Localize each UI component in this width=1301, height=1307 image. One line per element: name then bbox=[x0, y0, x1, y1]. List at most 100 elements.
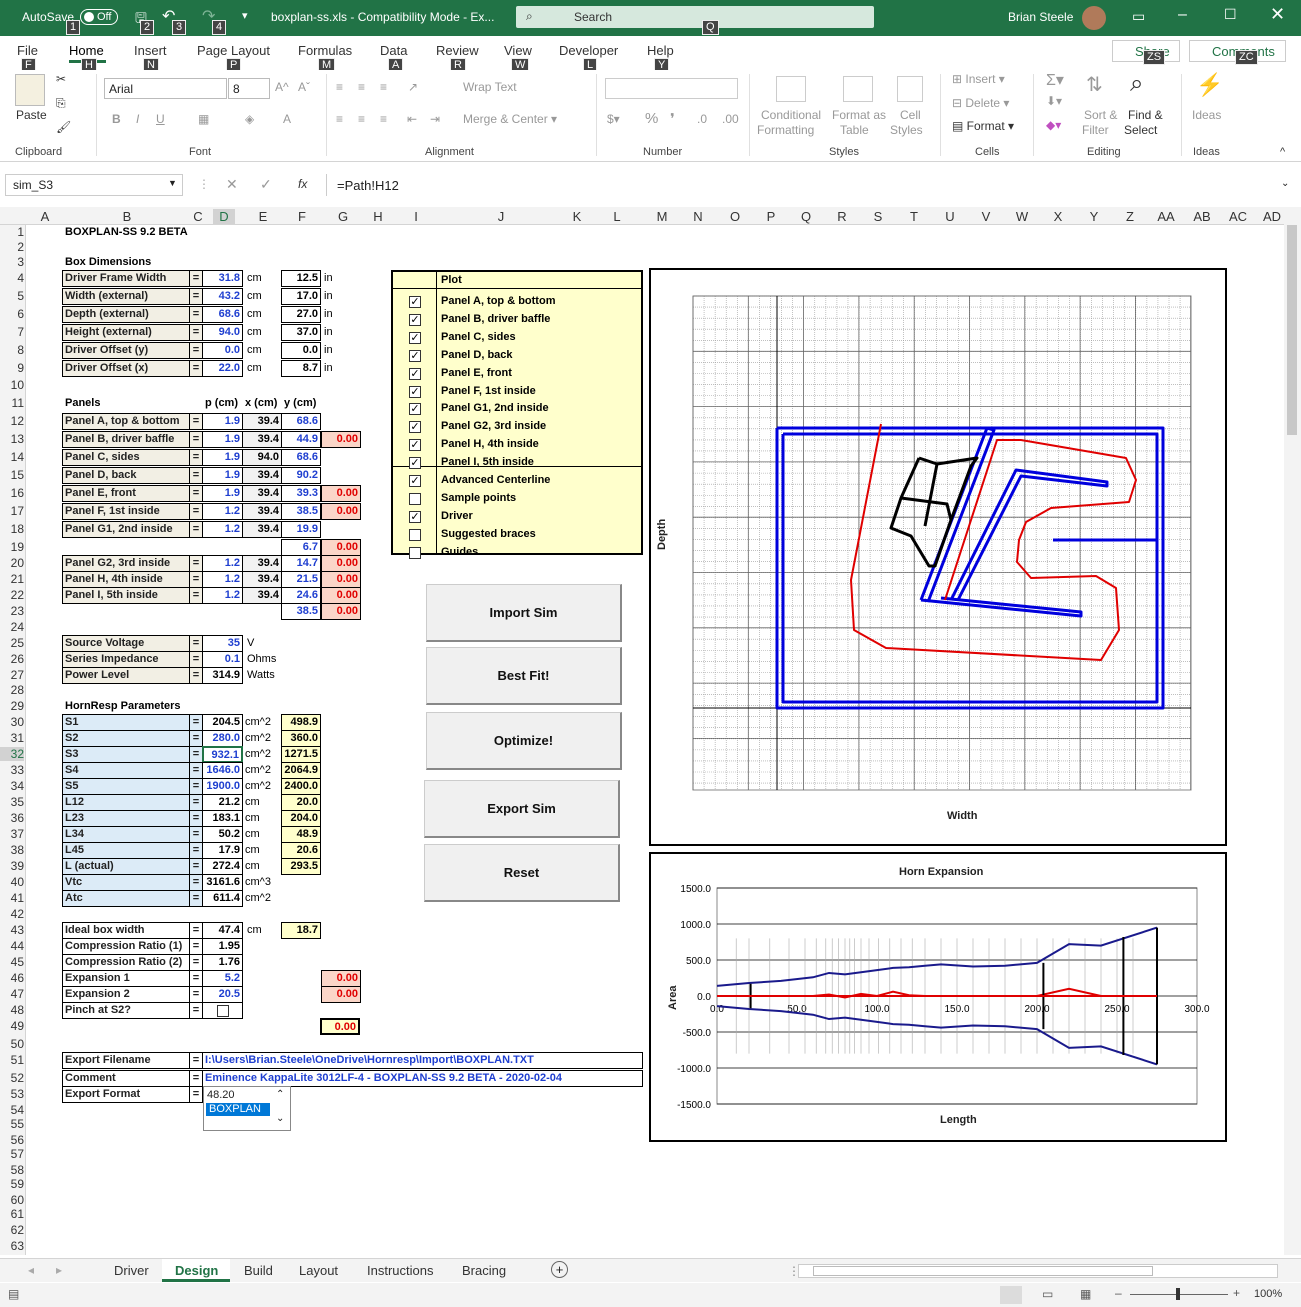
plot-checkbox[interactable]: ✓ bbox=[409, 332, 421, 344]
plot-checkbox[interactable] bbox=[409, 547, 421, 559]
page-layout-view-icon[interactable]: ▭ bbox=[1042, 1287, 1053, 1301]
panel-p[interactable]: 1.9 bbox=[202, 431, 243, 448]
param-value[interactable]: 68.6 bbox=[202, 306, 243, 323]
next-sheet-icon[interactable]: ▸ bbox=[56, 1263, 62, 1277]
param-value[interactable]: 43.2 bbox=[202, 288, 243, 305]
reset-button[interactable]: Reset bbox=[424, 844, 620, 902]
plot-checkbox[interactable] bbox=[409, 493, 421, 505]
zoom-out-icon[interactable]: – bbox=[1115, 1286, 1122, 1300]
misc-value[interactable]: 47.4 bbox=[202, 922, 243, 939]
hornresp-value[interactable]: 21.2 bbox=[202, 794, 243, 811]
hornresp-unit: cm^2 bbox=[245, 892, 271, 904]
horizontal-scrollbar[interactable] bbox=[798, 1264, 1278, 1278]
hornresp-value[interactable]: 3161.6 bbox=[202, 874, 243, 891]
param-value[interactable]: 22.0 bbox=[202, 360, 243, 377]
dropdown-option[interactable]: 48.20 bbox=[207, 1089, 235, 1101]
page-break-view-icon[interactable]: ▦ bbox=[1080, 1287, 1091, 1301]
hscroll-thumb[interactable] bbox=[813, 1266, 1153, 1276]
hornresp-value[interactable]: 50.2 bbox=[202, 826, 243, 843]
hornresp-value[interactable]: 611.4 bbox=[202, 890, 243, 907]
panel-p[interactable]: 1.2 bbox=[202, 503, 243, 520]
power-unit: V bbox=[247, 637, 255, 649]
export-value[interactable]: Eminence KappaLite 3012LF-4 - BOXPLAN-SS… bbox=[202, 1070, 643, 1087]
misc-value[interactable]: 5.2 bbox=[202, 970, 243, 987]
param-value[interactable]: 0.0 bbox=[202, 342, 243, 359]
hornresp-value[interactable]: 932.1 bbox=[202, 746, 243, 763]
hornresp-unit: cm^2 bbox=[245, 716, 271, 728]
sheet-tab-design[interactable]: Design bbox=[175, 1263, 218, 1278]
plot-checkbox[interactable]: ✓ bbox=[409, 368, 421, 380]
power-value[interactable]: 314.9 bbox=[202, 667, 243, 684]
export-value[interactable]: I:\Users\Brian.Steele\OneDrive\Hornresp\… bbox=[202, 1052, 643, 1069]
horn-expansion-chart[interactable]: 1500.0 1000.0 500.0 0.0 -500.0 -1000.0 -1500.0… bbox=[649, 852, 1227, 1142]
hornresp-value[interactable]: 17.9 bbox=[202, 842, 243, 859]
panel-p[interactable]: 1.2 bbox=[202, 587, 243, 604]
hornresp-value[interactable]: 204.5 bbox=[202, 714, 243, 731]
zoom-level[interactable]: 100% bbox=[1254, 1288, 1282, 1300]
prev-sheet-icon[interactable]: ◂ bbox=[28, 1263, 34, 1277]
plot-checkbox[interactable]: ✓ bbox=[409, 386, 421, 398]
hornresp-unit: cm bbox=[245, 860, 260, 872]
plot-checkbox[interactable]: ✓ bbox=[409, 421, 421, 433]
sheet-tab-bracing[interactable]: Bracing bbox=[462, 1263, 506, 1278]
plot-checkbox[interactable] bbox=[409, 529, 421, 541]
macro-record-icon[interactable]: ▤ bbox=[8, 1287, 19, 1301]
vertical-scrollbar[interactable] bbox=[1284, 207, 1301, 1255]
panel-p[interactable]: 1.9 bbox=[202, 449, 243, 466]
plot-checkbox[interactable]: ✓ bbox=[409, 403, 421, 415]
sheet-tab-driver[interactable]: Driver bbox=[114, 1263, 149, 1278]
panel-p[interactable]: 1.2 bbox=[202, 521, 243, 538]
hornresp-value[interactable]: 280.0 bbox=[202, 730, 243, 747]
layout-y-label: Depth bbox=[656, 518, 668, 550]
panel-p[interactable]: 1.2 bbox=[202, 571, 243, 588]
sheet-tab-layout[interactable]: Layout bbox=[299, 1263, 338, 1278]
power-value[interactable]: 35 bbox=[202, 635, 243, 652]
misc-value[interactable]: 1.95 bbox=[202, 938, 243, 955]
sheet-tab-instructions[interactable]: Instructions bbox=[367, 1263, 433, 1278]
hornresp-label: L45 bbox=[62, 842, 190, 859]
panel-p[interactable]: 1.9 bbox=[202, 485, 243, 502]
hornresp-value[interactable]: 183.1 bbox=[202, 810, 243, 827]
layout-chart[interactable]: Width Depth bbox=[649, 268, 1227, 846]
zoom-in-icon[interactable]: + bbox=[1233, 1286, 1240, 1300]
equals-cell: = bbox=[189, 503, 203, 520]
export-sim-button[interactable]: Export Sim bbox=[424, 780, 620, 838]
scroll-up-icon[interactable]: ⌃ bbox=[276, 1089, 284, 1100]
zoom-slider-thumb[interactable] bbox=[1176, 1288, 1180, 1300]
scrollbar-thumb[interactable] bbox=[1287, 225, 1297, 435]
panel-p[interactable]: 1.9 bbox=[202, 413, 243, 430]
hornresp-value[interactable]: 1900.0 bbox=[202, 778, 243, 795]
param-value[interactable]: 94.0 bbox=[202, 324, 243, 341]
hornresp-value[interactable]: 1646.0 bbox=[202, 762, 243, 779]
plot-checkbox[interactable]: ✓ bbox=[409, 475, 421, 487]
equals-cell: = bbox=[189, 922, 203, 939]
dropdown-option-selected[interactable]: BOXPLAN bbox=[206, 1103, 270, 1116]
plot-checkbox[interactable]: ✓ bbox=[409, 439, 421, 451]
misc-value[interactable]: 20.5 bbox=[202, 986, 243, 1003]
optimize-button[interactable]: Optimize! bbox=[426, 712, 622, 770]
param-value[interactable]: 31.8 bbox=[202, 270, 243, 287]
equals-cell: = bbox=[189, 842, 203, 859]
pinch-checkbox[interactable] bbox=[217, 1005, 229, 1017]
import-sim-button[interactable]: Import Sim bbox=[426, 584, 622, 642]
sheet-tab-build[interactable]: Build bbox=[244, 1263, 273, 1278]
plot-checkbox[interactable]: ✓ bbox=[409, 457, 421, 469]
misc-value[interactable]: 1.76 bbox=[202, 954, 243, 971]
hornresp-value[interactable]: 272.4 bbox=[202, 858, 243, 875]
plot-checkbox[interactable]: ✓ bbox=[409, 296, 421, 308]
panel-p[interactable]: 1.9 bbox=[202, 467, 243, 484]
plot-checkbox[interactable]: ✓ bbox=[409, 511, 421, 523]
plot-checkbox[interactable]: ✓ bbox=[409, 314, 421, 326]
panel-y: 68.6 bbox=[281, 413, 321, 430]
normal-view-icon[interactable] bbox=[1000, 1286, 1022, 1304]
scroll-down-icon[interactable]: ⌄ bbox=[276, 1113, 284, 1124]
panel-p[interactable]: 1.2 bbox=[202, 555, 243, 572]
export-format-dropdown[interactable]: 48.20 BOXPLAN ⌃ ⌄ bbox=[203, 1086, 291, 1131]
status-bar: ▤ ▭ ▦ – + 100% bbox=[0, 1283, 1301, 1307]
plot-checkbox[interactable]: ✓ bbox=[409, 350, 421, 362]
power-unit: Ohms bbox=[247, 653, 277, 665]
power-value[interactable]: 0.1 bbox=[202, 651, 243, 668]
param-label: Driver Offset (x) bbox=[62, 360, 190, 377]
add-sheet-icon[interactable]: + bbox=[551, 1261, 568, 1278]
best-fit-button[interactable]: Best Fit! bbox=[426, 647, 622, 705]
